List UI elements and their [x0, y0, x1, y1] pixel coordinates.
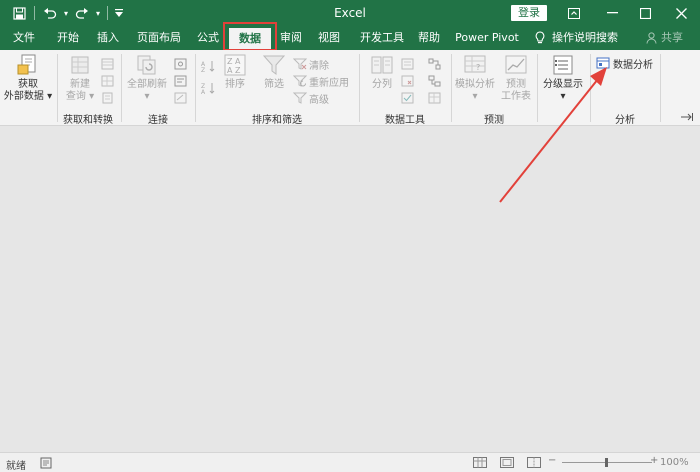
group-separator [660, 54, 661, 122]
group-label-analysis: 分析 [615, 115, 635, 126]
page-layout-view-icon[interactable] [500, 457, 514, 471]
tab-formulas[interactable]: 公式 [190, 26, 226, 50]
tab-power-pivot[interactable]: Power Pivot [452, 26, 522, 50]
zoom-out-button[interactable]: − [548, 455, 556, 466]
what-if-analysis-button[interactable]: ? 模拟分析 ▾ [453, 53, 497, 103]
group-separator [590, 54, 591, 122]
get-external-data-button[interactable]: 获取 外部数据 ▾ [2, 53, 54, 103]
filter-icon [262, 53, 286, 77]
ribbon: 获取 外部数据 ▾ 新建 查询 ▾ 获取和转换 全部刷新 ▾ 连接 AZ Z A … [0, 50, 700, 126]
zoom-in-button[interactable]: + [650, 455, 658, 466]
group-label-forecast: 预测 [484, 115, 504, 126]
data-analysis-icon [596, 57, 610, 69]
tab-insert[interactable]: 插入 [90, 26, 126, 50]
connections-icon[interactable] [174, 58, 187, 70]
properties-icon[interactable] [174, 75, 187, 87]
normal-view-icon[interactable] [473, 457, 487, 471]
close-icon[interactable] [664, 0, 698, 26]
flash-fill-icon[interactable] [401, 58, 414, 70]
edit-links-icon[interactable] [174, 92, 187, 104]
new-query-button[interactable]: 新建 查询 ▾ [62, 53, 98, 103]
status-ready: 就绪 [6, 461, 26, 472]
manage-data-model-icon[interactable] [428, 92, 441, 104]
group-label-data-tools: 数据工具 [385, 115, 425, 126]
external-data-icon [16, 53, 40, 77]
title-bar: ▾ ▾ Excel 登录 [0, 0, 700, 26]
filter-button[interactable]: 筛选 [259, 53, 289, 91]
ribbon-tab-bar: 文件 开始 插入 页面布局 公式 数据 审阅 视图 开发工具 帮助 Power … [0, 26, 700, 50]
from-table-icon[interactable] [101, 75, 114, 87]
clear-button[interactable]: 清除 [293, 56, 329, 72]
text-to-columns-icon [370, 53, 394, 77]
status-bar: 就绪 − + 100% [0, 452, 700, 472]
svg-text:Z: Z [201, 67, 205, 73]
tab-help[interactable]: 帮助 [412, 26, 446, 50]
svg-text:A: A [201, 89, 206, 95]
login-button[interactable]: 登录 [511, 5, 547, 21]
tab-file[interactable]: 文件 [4, 26, 44, 50]
group-label-sort-filter: 排序和筛选 [252, 115, 302, 126]
show-queries-icon[interactable] [101, 58, 114, 70]
chevron-down-icon: ▾ [47, 91, 53, 102]
minimize-icon[interactable] [596, 0, 630, 26]
svg-text:Z A: Z A [227, 57, 241, 66]
macro-record-icon[interactable] [40, 457, 52, 472]
group-label-get-transform: 获取和转换 [63, 115, 113, 126]
tab-home[interactable]: 开始 [50, 26, 86, 50]
svg-text:?: ? [476, 63, 480, 72]
lightbulb-icon[interactable] [532, 26, 548, 50]
sort-descending-button[interactable]: ZA [201, 80, 217, 96]
tab-review[interactable]: 审阅 [275, 26, 307, 50]
outline-button[interactable]: 分级显示 ▾ [540, 53, 586, 103]
ribbon-display-options-icon[interactable] [557, 0, 591, 26]
sort-icon: Z AA Z [223, 53, 247, 77]
collapse-ribbon-icon[interactable] [680, 112, 694, 125]
refresh-icon [135, 53, 159, 77]
outline-icon [551, 53, 575, 77]
svg-text:A Z: A Z [227, 66, 241, 75]
app-title: Excel [334, 6, 366, 20]
relationships-icon[interactable] [428, 75, 441, 87]
advanced-filter-button[interactable]: 高级 [293, 90, 329, 106]
group-label-connections: 连接 [148, 115, 168, 126]
forecast-sheet-button[interactable]: 预测 工作表 [498, 53, 534, 103]
tell-me-search[interactable]: 操作说明搜索 [552, 26, 618, 50]
sort-ascending-button[interactable]: AZ [201, 58, 217, 74]
recent-sources-icon[interactable] [101, 92, 114, 104]
refresh-all-button[interactable]: 全部刷新 ▾ [124, 53, 170, 103]
maximize-icon[interactable] [628, 0, 662, 26]
person-icon[interactable] [644, 26, 658, 50]
zoom-slider-thumb[interactable] [605, 458, 608, 467]
tab-data[interactable]: 数据 [229, 28, 271, 50]
share-button[interactable]: 共享 [658, 26, 686, 50]
reapply-button[interactable]: 重新应用 [293, 73, 349, 89]
remove-duplicates-icon[interactable] [401, 75, 414, 87]
tab-page-layout[interactable]: 页面布局 [130, 26, 188, 50]
text-to-columns-button[interactable]: 分列 [366, 53, 398, 91]
forecast-icon [504, 53, 528, 77]
new-query-icon [68, 53, 92, 77]
group-separator [537, 54, 538, 122]
sort-button[interactable]: Z AA Z 排序 [220, 53, 250, 91]
tab-view[interactable]: 视图 [312, 26, 346, 50]
workbook-area[interactable] [0, 127, 700, 452]
data-analysis-button[interactable]: 数据分析 [596, 55, 653, 71]
consolidate-icon[interactable] [428, 58, 441, 70]
tab-developer[interactable]: 开发工具 [353, 26, 411, 50]
what-if-icon: ? [463, 53, 487, 77]
data-validation-icon[interactable] [401, 92, 414, 104]
zoom-level[interactable]: 100% [660, 457, 689, 468]
page-break-view-icon[interactable] [527, 457, 541, 471]
